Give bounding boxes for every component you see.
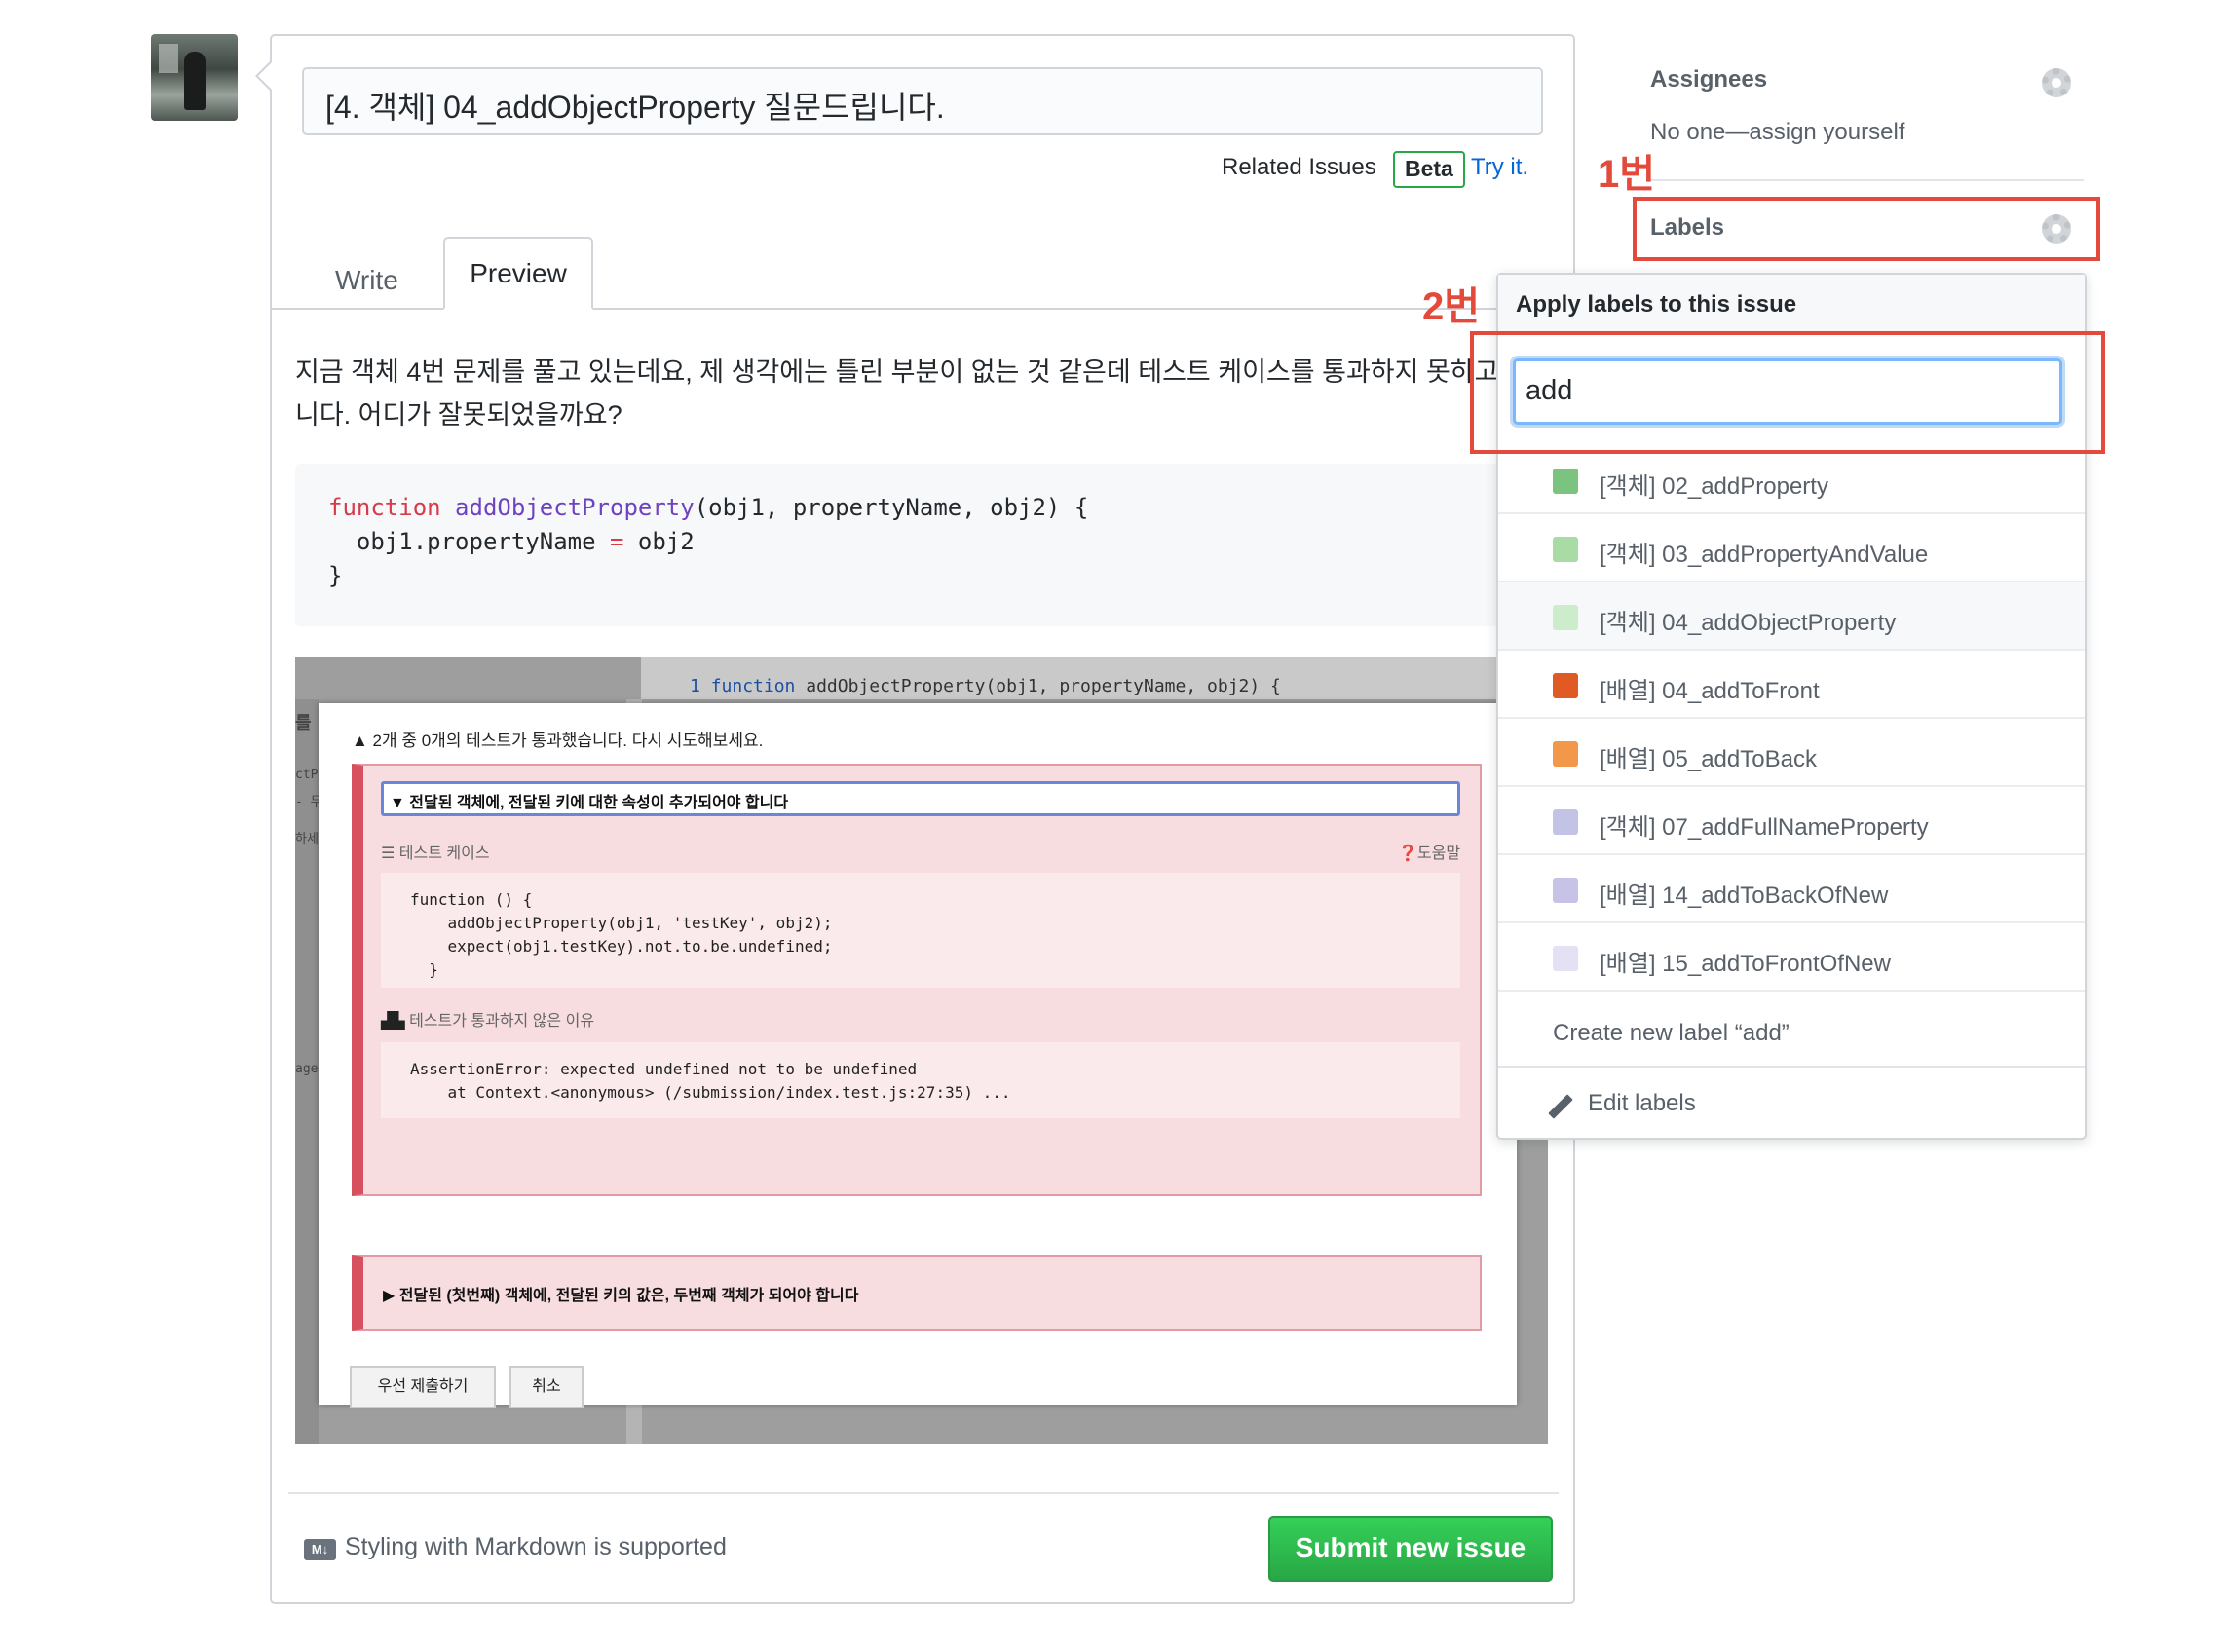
- submit-first-button[interactable]: 우선 제출하기: [350, 1366, 496, 1408]
- failed-test-1: ▼ 전달된 객체에, 전달된 키에 대한 속성이 추가되어야 합니다 ☰ 테스트…: [352, 764, 1482, 1196]
- label-color-swatch: [1553, 537, 1578, 562]
- label-option[interactable]: [객체] 04_addObjectProperty: [1498, 582, 2085, 651]
- binoculars-icon: ▟▙: [381, 1013, 405, 1030]
- screenshot-code-rest: addObjectProperty(obj1, propertyName, ob…: [795, 676, 1281, 696]
- try-it-link[interactable]: Try it.: [1471, 154, 1528, 181]
- label-color-swatch: [1553, 605, 1578, 630]
- help-link[interactable]: ❓도움말: [1398, 840, 1460, 863]
- code-line-3: }: [328, 562, 343, 589]
- label-option[interactable]: [객체] 03_addPropertyAndValue: [1498, 514, 2085, 582]
- label-option-name: [배열] 15_addToFrontOfNew: [1600, 951, 1891, 977]
- label-option[interactable]: [객체] 02_addProperty: [1498, 446, 2085, 514]
- label-option[interactable]: [배열] 14_addToBackOfNew: [1498, 855, 2085, 923]
- assignees-heading[interactable]: Assignees: [1650, 66, 1767, 94]
- annotation-1: 1번: [1598, 153, 1656, 196]
- label-option-name: [배열] 05_addToBack: [1600, 746, 1817, 772]
- code-signature: (obj1, propertyName, obj2) {: [694, 494, 1089, 521]
- test-case-code: function () { addObjectProperty(obj1, 't…: [381, 873, 1460, 988]
- failed-test-2[interactable]: ▶ 전달된 (첫번째) 객체에, 전달된 키의 값은, 두번째 객체가 되어야 …: [352, 1255, 1482, 1331]
- issue-title-input[interactable]: [4. 객체] 04_addObjectProperty 질문드립니다.: [302, 67, 1543, 135]
- footer-divider: [288, 1492, 1559, 1494]
- preview-code-block: function addObjectProperty(obj1, propert…: [295, 464, 1552, 626]
- label-color-swatch: [1553, 878, 1578, 903]
- avatar-background: [159, 44, 178, 73]
- screenshot-line-number: 1: [690, 676, 700, 696]
- markdown-support-link[interactable]: Styling with Markdown is supported: [345, 1533, 727, 1561]
- preview-body: 지금 객체 4번 문제를 풀고 있는데요, 제 생각에는 틀린 부분이 없는 것…: [295, 351, 1499, 436]
- label-option-name: [배열] 04_addToFront: [1600, 678, 1820, 704]
- tab-preview[interactable]: Preview: [443, 237, 593, 310]
- card-pointer-inner: [258, 62, 272, 90]
- test-case-label: ☰ 테스트 케이스: [381, 845, 490, 862]
- markdown-icon: M↓: [304, 1539, 336, 1560]
- fail-reason-label: ▟▙ 테스트가 통과하지 않은 이유: [381, 1007, 594, 1031]
- avatar-figure: [184, 52, 206, 110]
- code-line-2a: obj1.propertyName: [328, 528, 610, 555]
- screenshot-code-line: 1 function addObjectProperty(obj1, prope…: [690, 676, 1281, 696]
- edit-labels-text: Edit labels: [1588, 1090, 1696, 1116]
- beta-badge: Beta: [1393, 151, 1465, 188]
- labels-dropdown-header: Apply labels to this issue: [1498, 275, 2085, 335]
- label-option-name: [객체] 03_addPropertyAndValue: [1600, 542, 1929, 568]
- cancel-button[interactable]: 취소: [509, 1366, 584, 1408]
- preview-text-line-1: 지금 객체 4번 문제를 풀고 있는데요, 제 생각에는 틀린 부분이 없는 것…: [295, 357, 1499, 387]
- assign-yourself-link[interactable]: No one—assign yourself: [1650, 119, 1904, 146]
- fail-reason-text: 테스트가 통과하지 않은 이유: [409, 1013, 595, 1030]
- label-option[interactable]: [배열] 05_addToBack: [1498, 719, 2085, 787]
- user-avatar[interactable]: [151, 34, 238, 121]
- label-option-name: [객체] 04_addObjectProperty: [1600, 610, 1897, 636]
- sidebar-divider: [1650, 179, 2084, 181]
- test-result-modal: ▲ 2개 중 0개의 테스트가 통과했습니다. 다시 시도해보세요. ▼ 전달된…: [319, 703, 1517, 1408]
- annotation-box-2: [1470, 331, 2105, 454]
- failed-test-1-title[interactable]: ▼ 전달된 객체에, 전달된 키에 대한 속성이 추가되어야 합니다: [381, 781, 1460, 816]
- assignees-gear-icon[interactable]: [2042, 68, 2071, 97]
- screenshot-side-text: 하세: [295, 832, 319, 846]
- label-color-swatch: [1553, 469, 1578, 494]
- label-color-swatch: [1553, 809, 1578, 835]
- test-warning: ▲ 2개 중 0개의 테스트가 통과했습니다. 다시 시도해보세요.: [352, 732, 764, 750]
- label-color-swatch: [1553, 946, 1578, 971]
- create-label-option[interactable]: Create new label “add”: [1498, 999, 2085, 1068]
- related-issues-label: Related Issues: [1222, 154, 1376, 180]
- label-color-swatch: [1553, 673, 1578, 698]
- annotation-box-1: [1633, 197, 2100, 261]
- code-line-2b: obj2: [623, 528, 695, 555]
- code-function-name: addObjectProperty: [455, 494, 695, 521]
- pencil-icon: [1548, 1094, 1573, 1119]
- screenshot-code-keyword: function: [710, 676, 796, 696]
- code-keyword: function: [328, 494, 441, 521]
- label-color-swatch: [1553, 741, 1578, 767]
- submit-issue-button[interactable]: Submit new issue: [1268, 1516, 1553, 1582]
- tab-write[interactable]: Write: [312, 253, 422, 308]
- code-operator: =: [609, 528, 624, 555]
- label-option-name: [객체] 07_addFullNameProperty: [1600, 814, 1929, 841]
- edit-labels-option[interactable]: Edit labels: [1498, 1070, 2085, 1138]
- fail-reason-code: AssertionError: expected undefined not t…: [381, 1042, 1460, 1118]
- label-option-name: [배열] 14_addToBackOfNew: [1600, 882, 1889, 909]
- embedded-screenshot: 를 객 ctPr - 두 하세 age: 1 function addObjec…: [295, 657, 1548, 1444]
- label-option[interactable]: [객체] 07_addFullNameProperty: [1498, 787, 2085, 855]
- label-option[interactable]: [배열] 04_addToFront: [1498, 651, 2085, 719]
- label-option-name: [객체] 02_addProperty: [1600, 473, 1828, 500]
- preview-text-line-2: 니다. 어디가 잘못되었을까요?: [295, 400, 622, 430]
- annotation-2: 2번: [1422, 285, 1481, 328]
- label-option[interactable]: [배열] 15_addToFrontOfNew: [1498, 923, 2085, 992]
